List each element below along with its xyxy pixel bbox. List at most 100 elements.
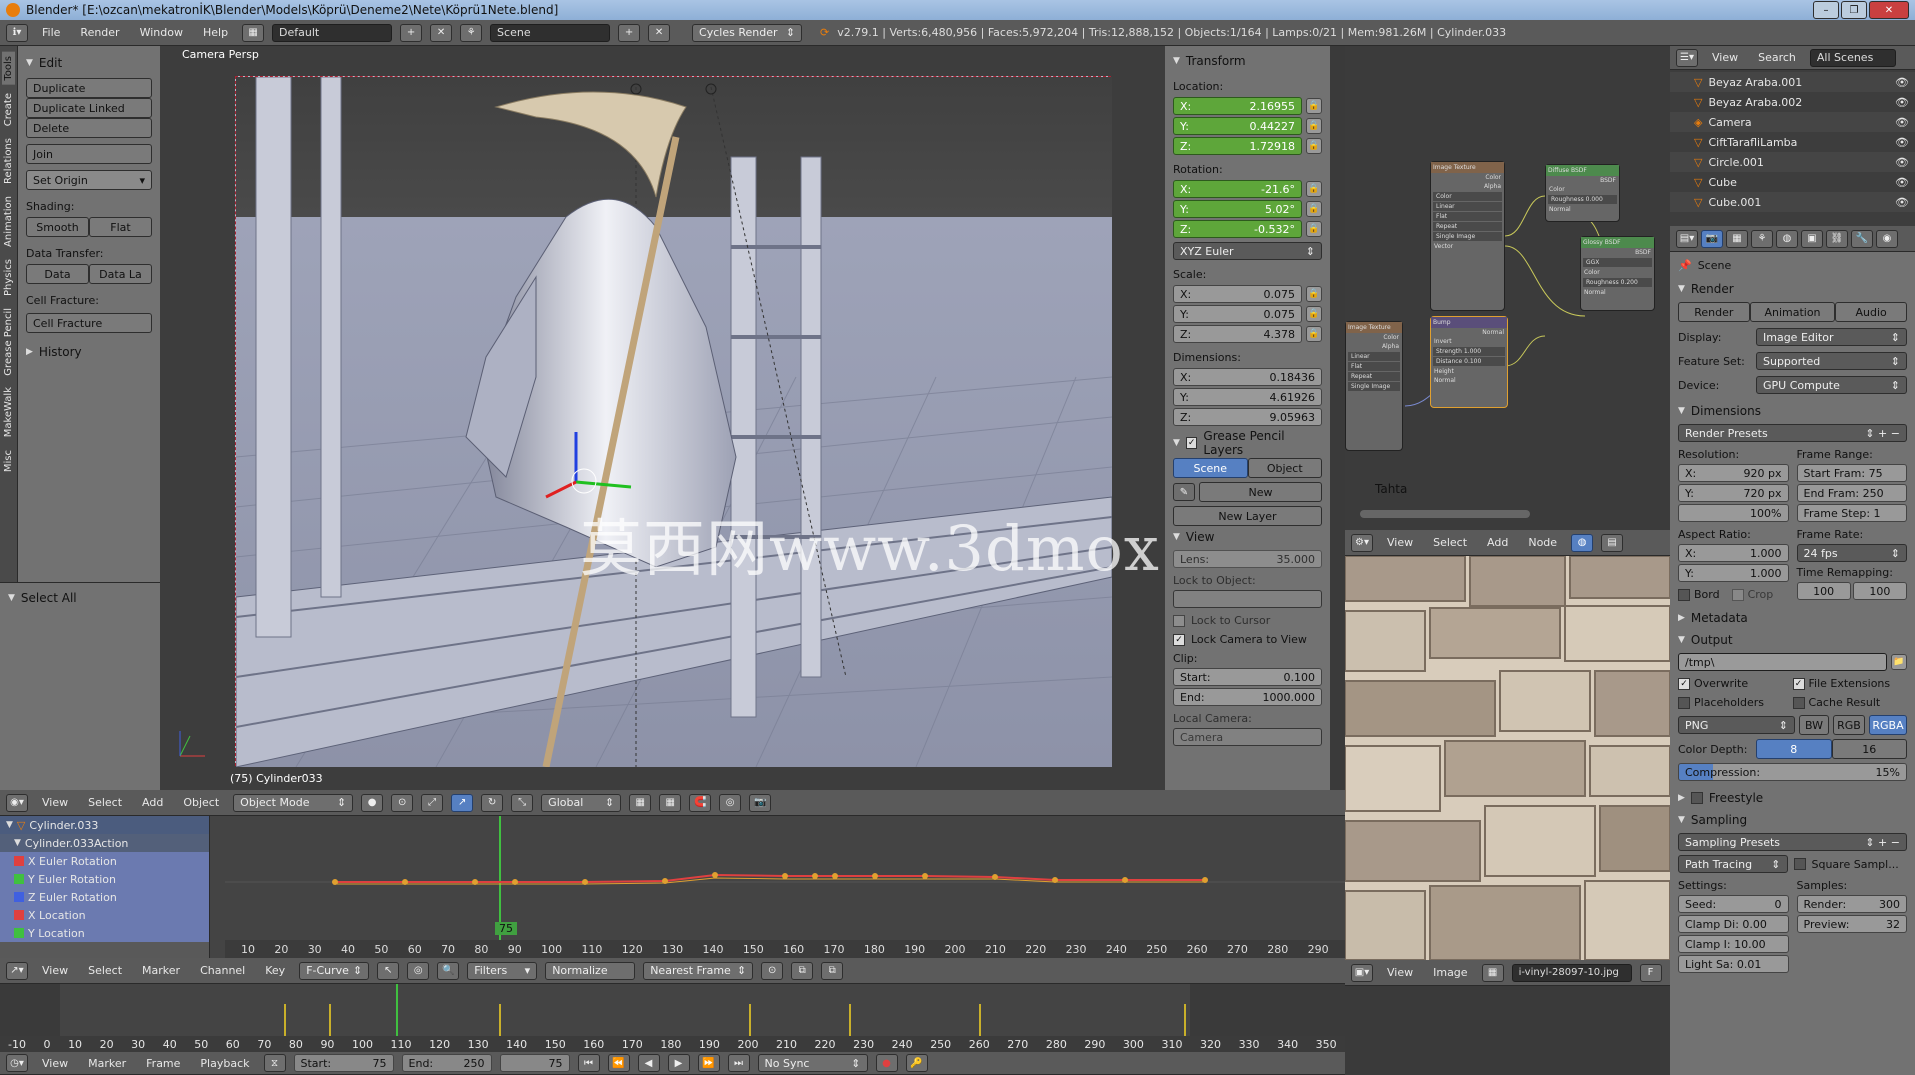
device-dropdown[interactable]: GPU Compute ⇕ <box>1756 376 1907 394</box>
sync-dropdown[interactable]: No Sync ⇕ <box>757 1054 868 1072</box>
world-tab-icon[interactable]: ◍ <box>1776 229 1798 248</box>
outliner-item[interactable]: ▽ Circle.001 👁 <box>1670 152 1915 172</box>
remove-layout-button[interactable]: ✕ <box>430 23 453 42</box>
object-channel[interactable]: Cylinder.033 <box>29 819 98 832</box>
depth-8-button[interactable]: 8 <box>1756 739 1832 759</box>
eye-icon[interactable]: 👁 <box>1895 76 1909 89</box>
grease-pencil-panel-header[interactable]: ▼ ✓ Grease Pencil Layers <box>1173 429 1322 457</box>
dimension-x-field[interactable]: X: 0.18436 <box>1173 368 1322 386</box>
outliner-menu-view[interactable]: View <box>1706 51 1744 64</box>
zoom-icon[interactable]: 🔍 <box>437 961 460 980</box>
border-checkbox[interactable] <box>1678 588 1690 601</box>
shader-nodes-icon[interactable]: ◍ <box>1571 533 1594 552</box>
record-icon[interactable]: ● <box>875 1054 898 1072</box>
lens-field[interactable]: Lens: 35.000 <box>1173 550 1322 568</box>
dimension-z-field[interactable]: Z: 9.05963 <box>1173 408 1322 426</box>
orientation-dropdown[interactable]: Global ⇕ <box>541 793 622 812</box>
translate-icon[interactable]: ↗ <box>451 793 474 812</box>
start-frame-field[interactable]: Start: 75 <box>293 1054 394 1072</box>
timeline-menu-marker[interactable]: Marker <box>82 1057 132 1070</box>
rgb-button[interactable]: RGB <box>1833 715 1865 735</box>
eye-icon[interactable]: 👁 <box>1895 136 1909 149</box>
node-image-texture-1[interactable]: Image Texture Color Alpha Color Linear F… <box>1430 161 1505 311</box>
end-frame-field[interactable]: End: 250 <box>401 1054 492 1072</box>
render-preview-icon[interactable]: 📷 <box>749 793 772 812</box>
graph-menu-marker[interactable]: Marker <box>136 964 186 977</box>
local-camera-field[interactable]: Camera <box>1173 728 1322 746</box>
tab-grease-pencil[interactable]: Grease Pencil <box>2 304 15 380</box>
action-channel[interactable]: Cylinder.033Action <box>25 837 128 850</box>
freestyle-panel-header[interactable]: ▶ Freestyle <box>1678 787 1907 809</box>
add-layout-button[interactable]: + <box>400 23 423 42</box>
render-engine-dropdown[interactable]: Cycles Render ⇕ <box>692 23 803 42</box>
seed-field[interactable]: Seed: 0 <box>1678 895 1789 913</box>
scene-icon[interactable]: ⚘ <box>460 23 483 42</box>
folder-icon[interactable]: 📁 <box>1891 654 1907 670</box>
bw-button[interactable]: BW <box>1799 715 1829 735</box>
rotate-icon[interactable]: ↻ <box>481 793 504 812</box>
outliner-item[interactable]: ▽ Beyaz Araba.002 👁 <box>1670 92 1915 112</box>
data-layout-button[interactable]: Data La <box>89 264 152 284</box>
lock-icon[interactable]: 🔒 <box>1306 118 1322 134</box>
current-frame-field[interactable]: 75 <box>499 1054 570 1072</box>
eye-icon[interactable]: 👁 <box>1895 116 1909 129</box>
timeline-menu-view[interactable]: View <box>36 1057 74 1070</box>
image-menu-image[interactable]: Image <box>1427 966 1473 979</box>
freestyle-checkbox[interactable] <box>1690 792 1703 804</box>
menu-render[interactable]: Render <box>74 26 125 39</box>
delete-button[interactable]: Delete <box>26 118 152 138</box>
output-path-field[interactable]: /tmp\ <box>1678 653 1887 671</box>
pencil-icon[interactable]: ✎ <box>1173 483 1195 501</box>
cache-result-checkbox[interactable] <box>1792 696 1805 709</box>
menu-file[interactable]: File <box>36 26 66 39</box>
aspect-x-field[interactable]: X: 1.000 <box>1678 544 1789 562</box>
editor-type-graph-button[interactable]: ↗▾ <box>6 961 28 980</box>
scene-tab-icon[interactable]: ⚘ <box>1751 229 1773 248</box>
graph-menu-key[interactable]: Key <box>259 964 291 977</box>
channel-z-euler[interactable]: Z Euler Rotation <box>28 891 117 904</box>
eye-icon[interactable]: 👁 <box>1895 176 1909 189</box>
editor-type-properties-button[interactable]: ▤▾ <box>1676 229 1698 248</box>
cell-fracture-button[interactable]: Cell Fracture <box>26 313 152 333</box>
jump-end-icon[interactable]: ⏭ <box>727 1054 750 1072</box>
timeline-ruler[interactable]: -10 0 10 20 30 40 50 60 70 80 90 100 110 120 130 140 150… <box>0 1036 1345 1052</box>
close-window-button[interactable]: ✕ <box>1869 1 1909 19</box>
eye-icon[interactable]: 👁 <box>1895 156 1909 169</box>
eye-icon[interactable]: 👁 <box>1895 96 1909 109</box>
constraints-tab-icon[interactable]: ⛓ <box>1826 229 1848 248</box>
viewport-menu-view[interactable]: View <box>36 796 74 809</box>
rotation-mode-dropdown[interactable]: XYZ Euler ⇕ <box>1173 242 1322 260</box>
fake-user-button[interactable]: F <box>1639 963 1662 982</box>
compositor-nodes-icon[interactable]: ▤ <box>1601 533 1624 552</box>
feature-set-dropdown[interactable]: Supported ⇕ <box>1756 352 1907 370</box>
gp-scene-button[interactable]: Scene <box>1173 458 1248 478</box>
scale-icon[interactable]: ⤡ <box>511 793 534 812</box>
menu-window[interactable]: Window <box>134 26 189 39</box>
maximize-button[interactable]: ❐ <box>1841 1 1867 19</box>
scene-field[interactable]: Scene <box>490 23 611 42</box>
filters-button[interactable]: Filters ▾ <box>467 961 538 980</box>
timeline-area[interactable] <box>0 984 1345 1036</box>
rotation-y-field[interactable]: Y: 5.02° <box>1173 200 1302 218</box>
layout-icon[interactable]: ▦ <box>242 23 265 42</box>
paste-keyframes-icon[interactable]: ⧉ <box>821 961 844 980</box>
menu-help[interactable]: Help <box>197 26 234 39</box>
rotation-z-field[interactable]: Z: -0.532° <box>1173 220 1302 238</box>
eye-icon[interactable]: 👁 <box>1895 196 1909 209</box>
copy-keyframes-icon[interactable]: ⧉ <box>791 961 814 980</box>
aspect-y-field[interactable]: Y: 1.000 <box>1678 564 1789 582</box>
screen-layout-field[interactable]: Default <box>272 23 393 42</box>
lock-object-field[interactable] <box>1173 590 1322 608</box>
render-presets-dropdown[interactable]: Render Presets ⇕ + − <box>1678 424 1907 442</box>
view-panel-header[interactable]: ▼ View <box>1173 526 1322 548</box>
dimension-y-field[interactable]: Y: 4.61926 <box>1173 388 1322 406</box>
mode-dropdown[interactable]: Object Mode ⇕ <box>233 793 354 812</box>
rotation-x-field[interactable]: X: -21.6° <box>1173 180 1302 198</box>
image-browse-icon[interactable]: ▦ <box>1481 963 1504 982</box>
play-icon[interactable]: ▶ <box>667 1054 690 1072</box>
3d-viewport[interactable]: Camera Persp (75) Cylinder033 莫西网www.3dm… <box>160 46 1165 790</box>
remap-old-field[interactable]: 100 <box>1796 582 1851 600</box>
gp-checkbox[interactable]: ✓ <box>1185 437 1198 449</box>
square-samples-checkbox[interactable] <box>1793 858 1806 870</box>
node-image-texture-2[interactable]: Image Texture Color Alpha Linear Flat Re… <box>1345 321 1403 451</box>
